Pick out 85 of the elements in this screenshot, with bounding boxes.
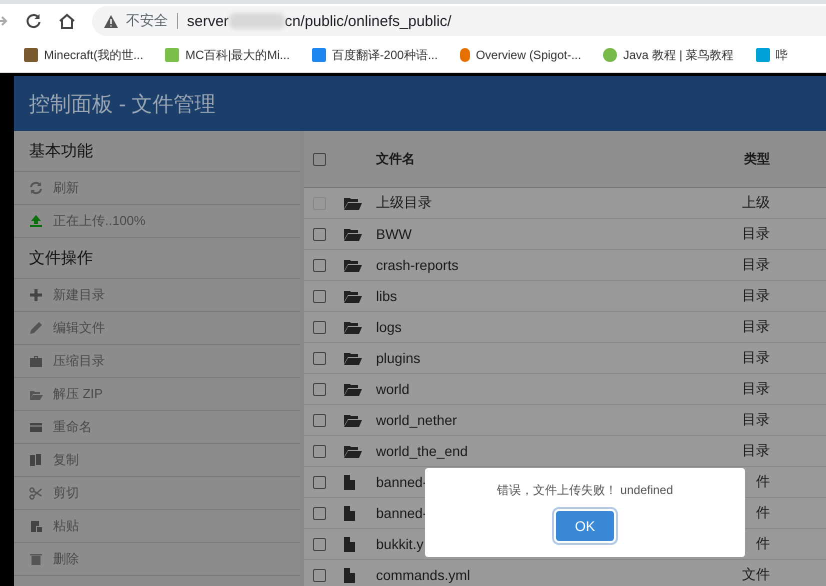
paste-icon: [29, 519, 43, 533]
case-icon: [29, 354, 43, 368]
folder-icon: [344, 444, 362, 458]
warning-icon: [104, 14, 118, 28]
card-icon: [29, 420, 43, 434]
row-checkbox[interactable]: [313, 382, 326, 396]
file-type: 目录: [741, 411, 770, 429]
row-checkbox[interactable]: [313, 476, 326, 488]
file-icon: [344, 536, 355, 552]
row-checkbox[interactable]: [313, 352, 326, 364]
column-header: 类型: [742, 150, 770, 168]
file-name[interactable]: crash-reports: [376, 257, 740, 273]
column-header: 文件名: [376, 150, 416, 168]
folder-icon: [344, 320, 362, 334]
refresh-icon: [29, 181, 43, 195]
row-checkbox[interactable]: [313, 444, 326, 458]
address-field[interactable]: 不安全 server cn/public/onlinefs_public/: [92, 6, 826, 36]
app-title: 控制面板 - 文件管理: [29, 92, 216, 118]
file-icon: [344, 568, 355, 582]
bookmark-icon: [460, 48, 470, 62]
plus-icon: [29, 288, 43, 302]
bookmark[interactable]: Java 教程 | 菜鸟教程: [603, 46, 734, 64]
pencil-icon: [29, 321, 43, 335]
section-title: 文件操作: [29, 248, 93, 268]
file-name[interactable]: world_nether: [376, 412, 740, 428]
row-checkbox[interactable]: [313, 228, 326, 240]
folder-icon: [344, 196, 362, 210]
file-type: 件: [755, 504, 770, 522]
security-label: 不安全: [126, 12, 168, 30]
file-type: 目录: [741, 287, 770, 305]
file-type: 目录: [741, 442, 770, 460]
copy-icon: [29, 453, 43, 467]
folder-icon: [344, 227, 362, 241]
bookmark[interactable]: Minecraft(我的世...: [24, 46, 144, 64]
bookmark[interactable]: 百度翻译-200种语...: [312, 46, 438, 64]
reload-icon[interactable]: [24, 12, 42, 30]
bookmark[interactable]: Overview (Spigot-...: [460, 48, 582, 62]
folder-icon: [344, 258, 362, 272]
file-name[interactable]: commands.yml: [376, 567, 740, 583]
file-name[interactable]: world: [376, 381, 740, 397]
file-name[interactable]: world_the_end: [376, 443, 740, 459]
row-checkbox[interactable]: [313, 290, 326, 302]
folder-icon: [344, 289, 362, 303]
file-type: 文件: [741, 566, 770, 584]
bookmark-icon: [312, 48, 326, 62]
file-name[interactable]: plugins: [376, 350, 740, 366]
section-title: 基本功能: [29, 142, 93, 162]
file-type: 目录: [741, 256, 770, 274]
select-all-checkbox[interactable]: [313, 152, 326, 166]
file-type: 上级: [741, 194, 770, 212]
home-icon[interactable]: [58, 12, 76, 30]
file-type: 目录: [741, 225, 770, 243]
file-type: 件: [755, 473, 770, 491]
bookmark[interactable]: MC百科|最大的Mi...: [165, 46, 290, 64]
file-type: 目录: [741, 318, 770, 336]
bookmark-icon: [603, 48, 618, 62]
file-name[interactable]: libs: [376, 288, 740, 304]
scissors-icon: [29, 486, 43, 500]
file-name[interactable]: BWW: [376, 226, 740, 242]
upload-icon: [29, 214, 43, 228]
bookmark-icon: [24, 48, 38, 62]
folder-icon: [344, 351, 362, 365]
file-icon: [344, 506, 355, 520]
ok-button[interactable]: OK: [556, 511, 614, 541]
bookmark-icon: [756, 48, 770, 62]
file-type: 件: [755, 535, 770, 553]
bookmark-icon: [165, 48, 180, 62]
row-checkbox[interactable]: [313, 414, 326, 426]
file-type: 目录: [741, 349, 770, 367]
folder-icon: [344, 413, 362, 427]
trash-icon: [29, 552, 43, 566]
row-checkbox[interactable]: [313, 538, 326, 550]
file-icon: [344, 474, 355, 490]
file-type: 目录: [741, 380, 770, 398]
row-checkbox[interactable]: [313, 506, 326, 520]
url-text: server: [187, 12, 229, 30]
bookmark[interactable]: 哔: [756, 46, 788, 64]
row-checkbox[interactable]: [313, 568, 326, 582]
dialog-message: 错误，文件上传失败！ undefined: [496, 482, 674, 499]
url-text: cn/public/onlinefs_public/: [284, 12, 452, 30]
file-name[interactable]: logs: [376, 319, 740, 335]
redacted-mark: [228, 13, 285, 29]
folder-icon: [344, 382, 362, 396]
row-checkbox[interactable]: [313, 258, 326, 272]
row-checkbox[interactable]: [313, 320, 326, 334]
